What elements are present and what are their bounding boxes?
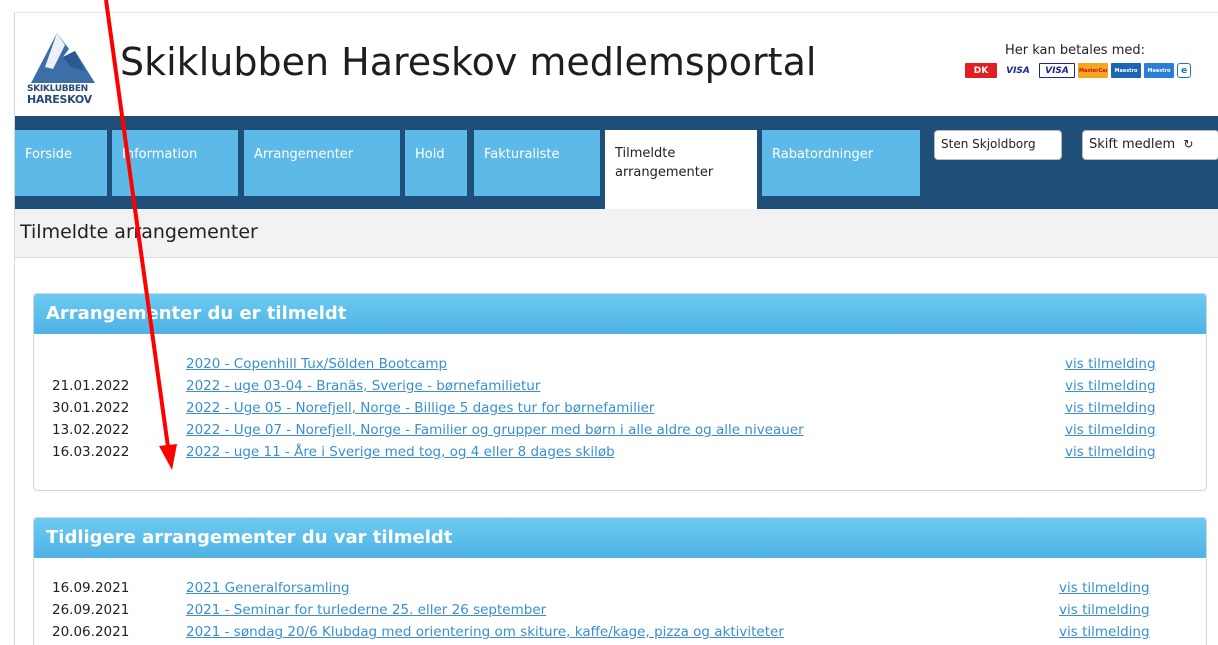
list-item: 20.06.2021 2021 - søndag 20/6 Klubdag me… [34,624,1206,644]
page-title: Tilmeldte arrangementer [20,221,258,243]
maestro-icon: Maestro [1111,63,1141,78]
event-link[interactable]: 2022 - uge 03-04 - Branäs, Sverige - bør… [186,378,540,394]
tab-label: Hold [415,147,445,162]
user-name: Sten Skjoldborg [941,137,1036,151]
list-item: 16.03.2022 2022 - uge 11 - Åre i Sverige… [34,444,1206,464]
event-date: 30.01.2022 [52,400,130,416]
event-date: 21.01.2022 [52,378,130,394]
mastercard-label: MasterCard [1079,67,1107,74]
event-link[interactable]: 2020 - Copenhill Tux/Sölden Bootcamp [186,356,447,372]
tab-label-line1: Tilmeldte [615,146,676,161]
list-item: 16.09.2021 2021 Generalforsamling vis ti… [34,580,1206,600]
tab-label: Arrangementer [254,147,354,162]
tab-label: Information [122,147,198,162]
maestro-icon-2: Maestro [1144,63,1174,78]
view-registration-link[interactable]: vis tilmelding [1065,444,1156,460]
tab-arrangementer[interactable]: Arrangementer [244,130,400,196]
list-item: 13.02.2022 2022 - Uge 07 - Norefjell, No… [34,422,1206,442]
user-name-button[interactable]: Sten Skjoldborg [934,130,1062,160]
main-nav: Forside Information Arrangementer Hold F… [15,116,1218,209]
tab-rabatordninger[interactable]: Rabatordninger [762,130,920,196]
panel-heading: Tidligere arrangementer du var tilmeldt [34,518,1206,558]
maestro-label-2: Maestro [1147,67,1171,74]
view-registration-link[interactable]: vis tilmelding [1065,356,1156,372]
page-frame: SKIKLUBBEN HARESKOV Skiklubben Hareskov … [14,12,1218,645]
mastercard-icon: MasterCard [1078,63,1108,78]
past-registrations-panel: Tidligere arrangementer du var tilmeldt … [33,517,1207,645]
refresh-icon: ↻ [1183,137,1194,151]
view-registration-link[interactable]: vis tilmelding [1065,378,1156,394]
visa-electron-icon: VISA [1039,63,1075,78]
event-link[interactable]: 2022 - uge 11 - Åre i Sverige med tog, o… [186,444,615,460]
tab-fakturaliste[interactable]: Fakturaliste [474,130,600,196]
visa-electron-label: VISA [1045,65,1069,76]
logo-text-line2: HARESKOV [27,93,92,106]
list-item: 26.09.2021 2021 - Seminar for turlederne… [34,602,1206,622]
club-logo[interactable]: SKIKLUBBEN HARESKOV [27,27,99,109]
event-link[interactable]: 2022 - Uge 05 - Norefjell, Norge - Billi… [186,400,655,416]
tab-label-line2: arrangementer [615,165,714,180]
visa-icon: VISA [1000,63,1036,78]
event-date: 26.09.2021 [52,602,130,618]
mobilepay-icon: e [1177,63,1191,78]
event-date: 16.03.2022 [52,444,130,460]
event-date: 20.06.2021 [52,624,130,640]
mountain-logo-icon [31,33,95,83]
visa-label: VISA [1006,65,1030,76]
list-item: 2020 - Copenhill Tux/Sölden Bootcamp vis… [34,356,1206,376]
view-registration-link[interactable]: vis tilmelding [1065,400,1156,416]
logo-text: SKIKLUBBEN HARESKOV [27,85,107,106]
tab-label: Rabatordninger [772,147,874,162]
tab-forside[interactable]: Forside [15,130,107,196]
page-heading-bar: Tilmeldte arrangementer [15,209,1218,258]
switch-member-label: Skift medlem [1089,137,1176,152]
tab-label: Forside [25,147,72,162]
payment-label: Her kan betales med: [1005,43,1146,58]
mobilepay-label: e [1180,65,1188,76]
event-link[interactable]: 2021 - søndag 20/6 Klubdag med orienteri… [186,624,784,640]
dankort-icon: DK [965,63,997,78]
site-title: Skiklubben Hareskov medlemsportal [120,40,817,84]
event-link[interactable]: 2021 Generalforsamling [186,580,350,596]
event-date: 13.02.2022 [52,422,130,438]
panel-heading: Arrangementer du er tilmeldt [34,294,1206,334]
event-date: 16.09.2021 [52,580,130,596]
list-item: 30.01.2022 2022 - Uge 05 - Norefjell, No… [34,400,1206,420]
payment-icons: DK VISA VISA MasterCard Maestro Maestro … [965,63,1191,78]
event-link[interactable]: 2022 - Uge 07 - Norefjell, Norge - Famil… [186,422,804,438]
maestro-label: Maestro [1114,67,1138,74]
header: SKIKLUBBEN HARESKOV Skiklubben Hareskov … [15,13,1218,116]
current-registrations-panel: Arrangementer du er tilmeldt 2020 - Cope… [33,293,1207,491]
view-registration-link[interactable]: vis tilmelding [1059,580,1150,596]
tab-hold[interactable]: Hold [405,130,467,196]
view-registration-link[interactable]: vis tilmelding [1059,624,1150,640]
list-item: 21.01.2022 2022 - uge 03-04 - Branäs, Sv… [34,378,1206,398]
tab-label: Fakturaliste [484,147,560,162]
view-registration-link[interactable]: vis tilmelding [1065,422,1156,438]
view-registration-link[interactable]: vis tilmelding [1059,602,1150,618]
switch-member-button[interactable]: Skift medlem ↻ [1082,130,1218,160]
event-link[interactable]: 2021 - Seminar for turlederne 25. eller … [186,602,546,618]
tab-information[interactable]: Information [112,130,238,196]
dankort-label: DK [973,65,989,76]
tab-tilmeldte-arrangementer[interactable]: Tilmeldte arrangementer [605,130,757,209]
